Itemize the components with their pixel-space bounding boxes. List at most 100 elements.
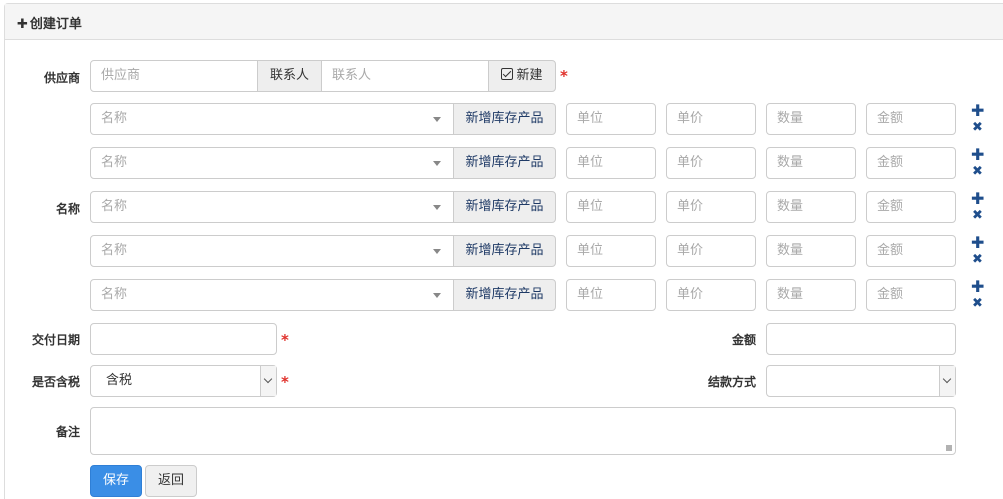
product-name-select[interactable]: 名称 bbox=[90, 235, 454, 267]
line-amount-placeholder: 金额 bbox=[877, 199, 904, 214]
delivery-label: 交付日期 bbox=[31, 333, 80, 347]
product-name-select[interactable]: 名称 bbox=[90, 147, 454, 179]
product-name-select[interactable]: 名称 bbox=[90, 103, 454, 135]
total-label: 金额 bbox=[731, 333, 756, 347]
save-button[interactable]: 保存 bbox=[90, 465, 142, 497]
delivery-date-input[interactable] bbox=[90, 323, 277, 355]
note-label: 备注 bbox=[55, 425, 80, 439]
chevron-down-icon[interactable] bbox=[939, 366, 955, 396]
remove-row-x-icon[interactable]: ✖ bbox=[972, 121, 983, 135]
note-textarea[interactable] bbox=[90, 407, 956, 455]
line-amount-input[interactable]: 金额 bbox=[866, 191, 956, 223]
quantity-placeholder: 数量 bbox=[777, 155, 804, 170]
checkbox-checked-icon[interactable] bbox=[501, 68, 514, 80]
row-actions: ✚ ✖ bbox=[971, 191, 985, 224]
unit-input[interactable]: 单位 bbox=[566, 279, 656, 311]
quantity-input[interactable]: 数量 bbox=[766, 103, 856, 135]
unit-price-placeholder: 单价 bbox=[677, 199, 704, 214]
contact-placeholder: 联系人 bbox=[332, 68, 372, 83]
add-stock-product-button[interactable]: 新增库存产品 bbox=[453, 103, 556, 135]
caret-down-icon[interactable] bbox=[433, 205, 441, 210]
quantity-placeholder: 数量 bbox=[777, 287, 804, 302]
product-name-placeholder: 名称 bbox=[101, 199, 128, 214]
panel-header: ✚ 创建订单 bbox=[5, 4, 1003, 40]
chevron-down-icon[interactable] bbox=[260, 366, 276, 396]
product-name-placeholder: 名称 bbox=[101, 243, 128, 258]
supplier-label: 供应商 bbox=[43, 71, 80, 85]
remove-row-x-icon[interactable]: ✖ bbox=[972, 253, 983, 267]
unit-input[interactable]: 单位 bbox=[566, 103, 656, 135]
plus-icon: ✚ bbox=[17, 17, 28, 32]
unit-price-input[interactable]: 单价 bbox=[666, 147, 756, 179]
tax-value: 含税 bbox=[106, 373, 133, 388]
line-amount-input[interactable]: 金额 bbox=[866, 103, 956, 135]
row-actions: ✚ ✖ bbox=[971, 235, 985, 268]
unit-placeholder: 单位 bbox=[577, 287, 604, 302]
add-stock-product-button[interactable]: 新增库存产品 bbox=[453, 235, 556, 267]
contact-input[interactable]: 联系人 bbox=[321, 60, 489, 92]
row-actions: ✚ ✖ bbox=[971, 103, 985, 136]
line-amount-input[interactable]: 金额 bbox=[866, 279, 956, 311]
required-star: * bbox=[281, 331, 289, 349]
caret-down-icon[interactable] bbox=[433, 293, 441, 298]
quantity-placeholder: 数量 bbox=[777, 243, 804, 258]
unit-price-placeholder: 单价 bbox=[677, 111, 704, 126]
product-name-select[interactable]: 名称 bbox=[90, 191, 454, 223]
line-amount-input[interactable]: 金额 bbox=[866, 147, 956, 179]
add-stock-product-button[interactable]: 新增库存产品 bbox=[453, 279, 556, 311]
product-name-placeholder: 名称 bbox=[101, 111, 128, 126]
remove-row-x-icon[interactable]: ✖ bbox=[972, 209, 983, 223]
add-row-plus-icon[interactable]: ✚ bbox=[971, 235, 984, 251]
new-label: 新建 bbox=[516, 68, 543, 83]
unit-price-input[interactable]: 单价 bbox=[666, 103, 756, 135]
remove-row-x-icon[interactable]: ✖ bbox=[972, 165, 983, 179]
payment-label: 结款方式 bbox=[707, 375, 756, 389]
row-actions: ✚ ✖ bbox=[971, 279, 985, 312]
payment-select[interactable] bbox=[766, 365, 956, 397]
add-row-plus-icon[interactable]: ✚ bbox=[971, 103, 984, 119]
unit-input[interactable]: 单位 bbox=[566, 147, 656, 179]
quantity-input[interactable]: 数量 bbox=[766, 147, 856, 179]
unit-price-input[interactable]: 单价 bbox=[666, 279, 756, 311]
line-amount-input[interactable]: 金额 bbox=[866, 235, 956, 267]
quantity-input[interactable]: 数量 bbox=[766, 191, 856, 223]
total-amount-input[interactable] bbox=[766, 323, 956, 355]
unit-price-input[interactable]: 单价 bbox=[666, 191, 756, 223]
product-name-placeholder: 名称 bbox=[101, 287, 128, 302]
row-actions: ✚ ✖ bbox=[971, 147, 985, 180]
resize-grip-icon[interactable] bbox=[946, 445, 952, 451]
unit-price-input[interactable]: 单价 bbox=[666, 235, 756, 267]
contact-addon: 联系人 bbox=[257, 60, 322, 92]
unit-input[interactable]: 单位 bbox=[566, 235, 656, 267]
add-row-plus-icon[interactable]: ✚ bbox=[971, 191, 984, 207]
line-amount-placeholder: 金额 bbox=[877, 287, 904, 302]
line-amount-placeholder: 金额 bbox=[877, 111, 904, 126]
required-star: * bbox=[281, 373, 289, 391]
back-button[interactable]: 返回 bbox=[145, 465, 197, 497]
line-amount-placeholder: 金额 bbox=[877, 243, 904, 258]
add-row-plus-icon[interactable]: ✚ bbox=[971, 147, 984, 163]
product-name-select[interactable]: 名称 bbox=[90, 279, 454, 311]
quantity-input[interactable]: 数量 bbox=[766, 279, 856, 311]
product-name-placeholder: 名称 bbox=[101, 155, 128, 170]
unit-price-placeholder: 单价 bbox=[677, 287, 704, 302]
unit-input[interactable]: 单位 bbox=[566, 191, 656, 223]
add-stock-product-button[interactable]: 新增库存产品 bbox=[453, 147, 556, 179]
caret-down-icon[interactable] bbox=[433, 161, 441, 166]
add-row-plus-icon[interactable]: ✚ bbox=[971, 279, 984, 295]
supplier-input[interactable]: 供应商 bbox=[90, 60, 258, 92]
unit-placeholder: 单位 bbox=[577, 199, 604, 214]
caret-down-icon[interactable] bbox=[433, 117, 441, 122]
remove-row-x-icon[interactable]: ✖ bbox=[972, 297, 983, 311]
caret-down-icon[interactable] bbox=[433, 249, 441, 254]
unit-price-placeholder: 单价 bbox=[677, 243, 704, 258]
items-label: 名称 bbox=[55, 202, 80, 216]
add-stock-product-button[interactable]: 新增库存产品 bbox=[453, 191, 556, 223]
panel-title: ✚ 创建订单 bbox=[17, 13, 82, 32]
quantity-input[interactable]: 数量 bbox=[766, 235, 856, 267]
unit-placeholder: 单位 bbox=[577, 155, 604, 170]
new-supplier-toggle[interactable]: 新建 bbox=[488, 60, 556, 92]
quantity-placeholder: 数量 bbox=[777, 199, 804, 214]
tax-select[interactable]: 含税 bbox=[90, 365, 277, 397]
unit-price-placeholder: 单价 bbox=[677, 155, 704, 170]
